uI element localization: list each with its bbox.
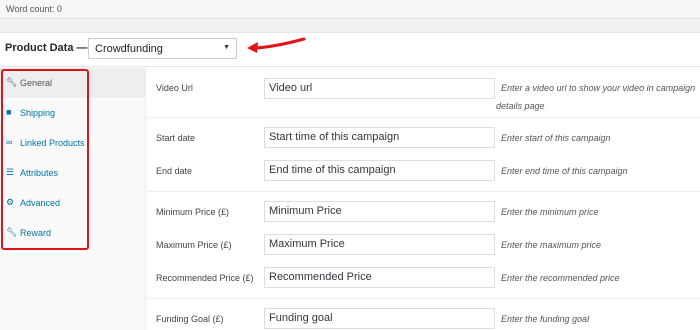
field-label: Recommended Price (£) — [156, 273, 254, 283]
field-description: Enter the minimum price — [501, 207, 599, 217]
field-label: End date — [156, 166, 193, 176]
field-description: Enter end time of this campaign — [501, 166, 628, 176]
field-label: Video Url — [156, 83, 193, 93]
spacer — [0, 19, 700, 32]
funding-goal-input[interactable]: Funding goal — [264, 308, 495, 329]
field-description-cont: details page — [496, 101, 545, 111]
field-label: Start date — [156, 133, 196, 143]
word-count: Word count: 0 — [0, 0, 700, 19]
product-type-value: Crowdfunding — [95, 43, 163, 55]
field-description: Enter a video url to show your video in … — [501, 83, 696, 93]
field-description: Enter the funding goal — [501, 314, 590, 324]
maximum-price-input[interactable]: Maximum Price — [264, 234, 495, 255]
field-description: Enter the maximum price — [501, 240, 602, 250]
field-label: Maximum Price (£) — [156, 240, 232, 250]
product-data-label: Product Data — — [5, 42, 88, 54]
field-label: Funding Goal (£) — [156, 314, 224, 324]
start-date-input[interactable]: Start time of this campaign — [264, 127, 495, 148]
video-url-input[interactable]: Video url — [264, 78, 495, 99]
divider — [147, 298, 700, 299]
red-highlight-annotation — [1, 69, 89, 250]
recommended-price-input[interactable]: Recommended Price — [264, 267, 495, 288]
divider — [147, 191, 700, 192]
chevron-down-icon: ▼ — [223, 44, 230, 51]
product-type-select[interactable]: Crowdfunding ▼ — [88, 38, 237, 59]
end-date-input[interactable]: End time of this campaign — [264, 160, 495, 181]
field-description: Enter the recommended price — [501, 273, 620, 283]
field-description: Enter start of this campaign — [501, 133, 611, 143]
field-label: Minimum Price (£) — [156, 207, 230, 217]
minimum-price-input[interactable]: Minimum Price — [264, 201, 495, 222]
red-arrow-annotation — [247, 37, 306, 53]
divider — [147, 117, 700, 118]
